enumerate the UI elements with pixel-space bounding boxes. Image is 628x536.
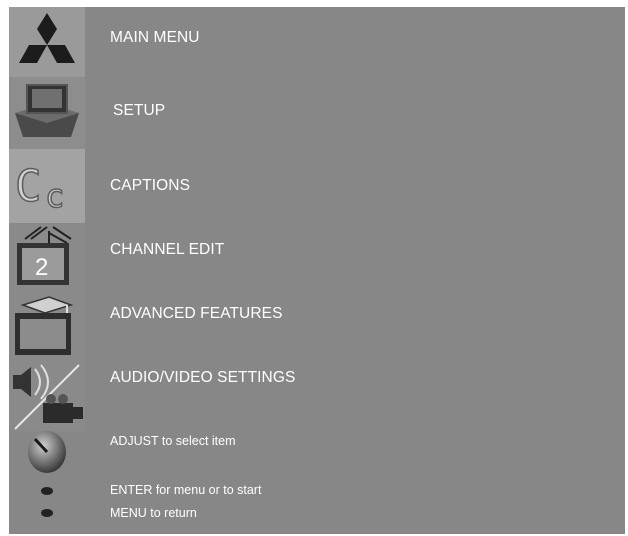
hint-adjust: ADJUST to select item	[110, 434, 236, 448]
brand-logo-icon	[9, 7, 85, 77]
enter-button-icon	[9, 483, 85, 499]
svg-text:c: c	[45, 177, 64, 215]
svg-text:2: 2	[35, 254, 48, 281]
menu-item-setup[interactable]: SETUP	[113, 102, 165, 120]
channel-edit-icon: 2	[9, 223, 85, 291]
svg-text:C: C	[15, 161, 42, 212]
audio-video-icon	[9, 359, 85, 431]
menu-item-advanced-features[interactable]: ADVANCED FEATURES	[110, 305, 283, 323]
menu-title: MAIN MENU	[110, 29, 200, 46]
adjust-knob-icon	[9, 431, 85, 475]
hint-enter: ENTER for menu or to start	[110, 483, 262, 497]
menu-item-captions[interactable]: CAPTIONS	[110, 177, 190, 195]
menu-button-icon	[9, 505, 85, 521]
menu-item-channel-edit[interactable]: CHANNEL EDIT	[110, 241, 224, 259]
closed-captions-icon: C c	[9, 149, 85, 223]
menu-item-audio-video-settings[interactable]: AUDIO/VIDEO SETTINGS	[110, 369, 295, 387]
hint-menu: MENU to return	[110, 506, 197, 520]
advanced-features-icon	[9, 291, 85, 359]
tv-menu-screen: C c 2 MAIN MENU SETUP CAPTIONS CHANNEL E…	[9, 7, 625, 534]
tv-setup-icon	[9, 77, 85, 149]
icon-column: C c 2	[9, 7, 85, 534]
